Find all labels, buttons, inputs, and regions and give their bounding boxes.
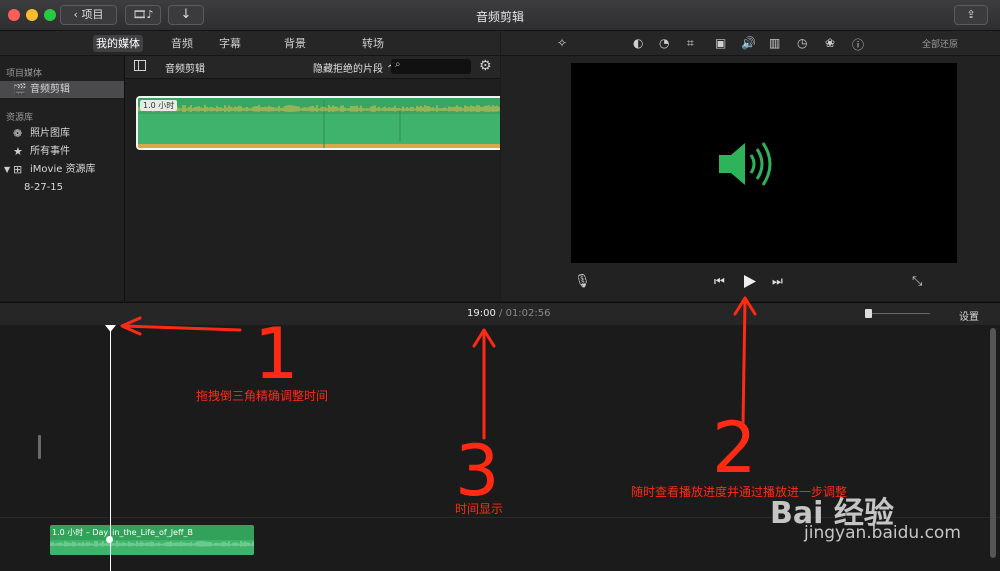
watermark-url: jingyan.baidu.com	[804, 523, 961, 543]
annotation-time-tip: 时间显示	[455, 502, 504, 516]
annotation-drag-tip: 拖拽倒三角精确调整时间	[196, 389, 329, 403]
annotation-overlay: 1 3 2	[120, 296, 757, 512]
annotation-number-2: 2	[712, 407, 757, 489]
annotation-number-1: 1	[254, 313, 299, 395]
